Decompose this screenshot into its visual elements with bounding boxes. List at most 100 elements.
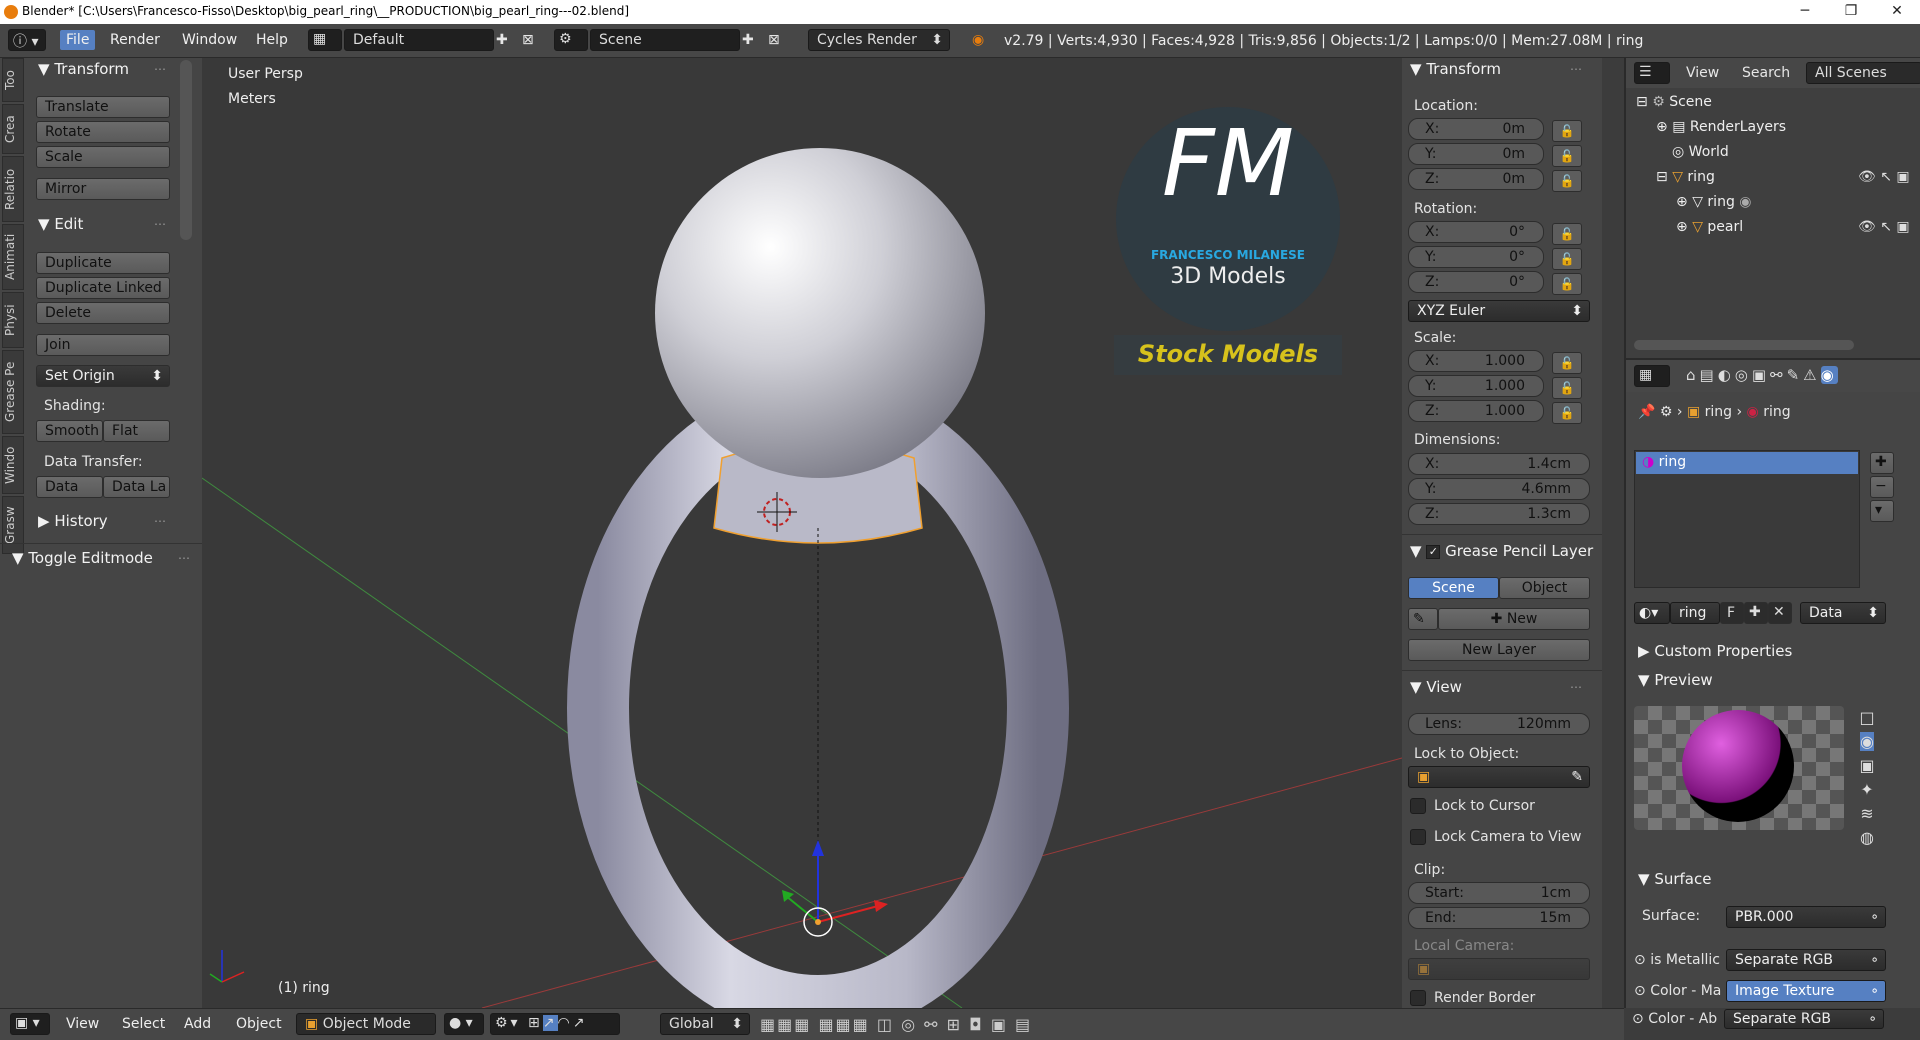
lock-icon[interactable]: 🔓 [1552, 170, 1582, 192]
editor-type-icon[interactable]: ▣ ▾ [10, 1013, 50, 1035]
rotation-z-field[interactable]: Z: 0° [1408, 271, 1544, 293]
close-icon[interactable]: ✕ [1874, 0, 1920, 24]
unlink-material-icon[interactable]: ✕ [1768, 602, 1792, 624]
object-menu[interactable]: Object [236, 1016, 282, 1032]
outliner-search-menu[interactable]: Search [1742, 65, 1790, 81]
surface-panel-header[interactable]: ▼ Surface [1638, 870, 1711, 888]
input-color-ab-link[interactable]: Separate RGB ∘ [1724, 1009, 1884, 1029]
drag-handle-icon[interactable]: ⋯ [154, 514, 166, 528]
lock-camera-checkbox[interactable] [1410, 829, 1426, 845]
menu-render[interactable]: Render [110, 32, 160, 48]
lock-icon[interactable]: 🔓 [1552, 352, 1582, 374]
view-panel-header[interactable]: ▼ View [1410, 678, 1462, 696]
material-name-field[interactable]: ring [1670, 602, 1720, 624]
set-origin-select[interactable]: Set Origin ⬍ [36, 365, 170, 387]
menu-help[interactable]: Help [256, 32, 288, 48]
layer-buttons[interactable]: ▦▦▦ ▦▦▦ ◫ ◎ ⚯ ⊞ ◘ ▣ ▤ [760, 1015, 1032, 1034]
select-menu[interactable]: Select [122, 1016, 165, 1032]
tab-physics[interactable]: Physi [2, 292, 24, 348]
drag-handle-icon[interactable]: ⋯ [1570, 680, 1582, 694]
rotation-x-field[interactable]: X: 0° [1408, 221, 1544, 243]
join-button[interactable]: Join [36, 334, 170, 356]
lock-icon[interactable]: 🔓 [1552, 402, 1582, 424]
remove-scene-icon[interactable]: ⊠ [768, 32, 780, 48]
outliner-view-menu[interactable]: View [1686, 65, 1719, 81]
add-menu[interactable]: Add [184, 1016, 211, 1032]
gp-new-button[interactable]: ✚ New [1438, 608, 1590, 630]
tab-window[interactable]: Windo [2, 436, 24, 494]
remove-layout-icon[interactable]: ⊠ [522, 32, 534, 48]
minimize-icon[interactable]: ─ [1782, 0, 1828, 24]
pin-icon[interactable]: 📌 [1638, 404, 1655, 420]
material-slot-item[interactable]: ◑ ring [1636, 452, 1858, 474]
gp-object-toggle[interactable]: Object [1499, 577, 1590, 599]
pencil-icon[interactable]: ✎ [1408, 608, 1438, 630]
render-engine-select[interactable]: Cycles Render ⬍ [808, 29, 950, 51]
outliner-item-ring-object[interactable]: ⊟ ▽ ring [1656, 169, 1715, 185]
mode-select[interactable]: ▣ Object Mode [296, 1013, 436, 1035]
outliner-item-ring-mesh[interactable]: ⊕ ▽ ring ◉ [1676, 194, 1752, 210]
clip-start-field[interactable]: Start: 1cm [1408, 882, 1590, 904]
browse-material-icon[interactable]: ◐▾ [1634, 602, 1670, 624]
scene-icon[interactable]: ⚙ [554, 29, 588, 51]
duplicate-button[interactable]: Duplicate [36, 252, 170, 274]
scene-field[interactable]: Scene [590, 29, 740, 51]
pivot-manipulator-icons[interactable]: ⚙▾ ⊞↗◠↗ [490, 1013, 620, 1035]
gp-scene-toggle[interactable]: Scene [1408, 577, 1499, 599]
location-z-field[interactable]: Z: 0m [1408, 168, 1544, 190]
rotation-mode-select[interactable]: XYZ Euler ⬍ [1408, 300, 1590, 322]
location-x-field[interactable]: X: 0m [1408, 118, 1544, 140]
data-layout-button[interactable]: Data La [103, 476, 170, 498]
lock-cursor-checkbox[interactable] [1410, 798, 1426, 814]
grease-pencil-header[interactable]: ▼ ✓ Grease Pencil Layer [1410, 542, 1593, 560]
clip-end-field[interactable]: End: 15m [1408, 907, 1590, 929]
new-material-icon[interactable]: ✚ [1744, 602, 1768, 624]
gp-enable-checkbox[interactable]: ✓ [1426, 544, 1441, 559]
lock-icon[interactable]: 🔓 [1552, 248, 1582, 270]
slot-menu-icon[interactable]: ▾ [1870, 500, 1894, 522]
shade-smooth-button[interactable]: Smooth [36, 420, 103, 442]
render-border-checkbox[interactable] [1410, 990, 1426, 1006]
add-slot-icon[interactable]: ✚ [1870, 452, 1894, 474]
drag-handle-icon[interactable]: ⋯ [154, 62, 166, 76]
gp-new-layer-button[interactable]: New Layer [1408, 639, 1590, 661]
scale-button[interactable]: Scale [36, 146, 170, 168]
shade-flat-button[interactable]: Flat [103, 420, 170, 442]
mirror-button[interactable]: Mirror [36, 178, 170, 200]
translate-button[interactable]: Translate [36, 96, 170, 118]
lock-icon[interactable]: 🔓 [1552, 377, 1582, 399]
eyedropper-icon[interactable]: ✎ [1571, 769, 1583, 785]
drag-handle-icon[interactable]: ⋯ [154, 217, 166, 231]
preview-header[interactable]: ▼ Preview [1638, 671, 1713, 689]
input-is-metallic-link[interactable]: Separate RGB ∘ [1726, 949, 1886, 971]
layout-field[interactable]: Default [344, 29, 494, 51]
lock-icon[interactable]: 🔓 [1552, 145, 1582, 167]
menu-file[interactable]: File [60, 30, 96, 50]
remove-slot-icon[interactable]: − [1870, 476, 1894, 498]
lock-icon[interactable]: 🔓 [1552, 273, 1582, 295]
properties-editor-icon[interactable]: ▦ [1634, 365, 1670, 387]
dimension-x-field[interactable]: X: 1.4cm [1408, 453, 1590, 475]
dimension-z-field[interactable]: Z: 1.3cm [1408, 503, 1590, 525]
custom-properties-header[interactable]: ▶ Custom Properties [1638, 642, 1792, 660]
transform-panel-header[interactable]: ▼ Transform [38, 60, 129, 78]
maximize-icon[interactable]: ❐ [1828, 0, 1874, 24]
delete-button[interactable]: Delete [36, 302, 170, 324]
surface-shader-select[interactable]: PBR.000 ∘ [1726, 906, 1886, 928]
tab-grease-pencil[interactable]: Grease Pe [2, 350, 24, 434]
tab-create[interactable]: Crea [2, 104, 24, 154]
context-tab-icons[interactable]: ⌂▤◐◎▣⚯✎⚠◉ [1686, 366, 1838, 384]
data-transfer-button[interactable]: Data [36, 476, 103, 498]
outliner-filter-select[interactable]: All Scenes [1806, 62, 1920, 84]
lock-object-field[interactable]: ▣ ✎ [1408, 766, 1590, 788]
tab-tools[interactable]: Too [2, 58, 24, 102]
menu-window[interactable]: Window [182, 32, 237, 48]
lock-icon[interactable]: 🔓 [1552, 223, 1582, 245]
lock-icon[interactable]: 🔓 [1552, 120, 1582, 142]
orientation-select[interactable]: Global ⬍ [660, 1013, 750, 1035]
rotate-button[interactable]: Rotate [36, 121, 170, 143]
link-data-select[interactable]: Data ⬍ [1800, 602, 1886, 624]
tool-shelf-scrollbar[interactable] [180, 60, 192, 240]
fake-user-button[interactable]: F [1720, 602, 1744, 624]
info-editor-icon[interactable]: ⓘ ▾ [8, 29, 46, 51]
